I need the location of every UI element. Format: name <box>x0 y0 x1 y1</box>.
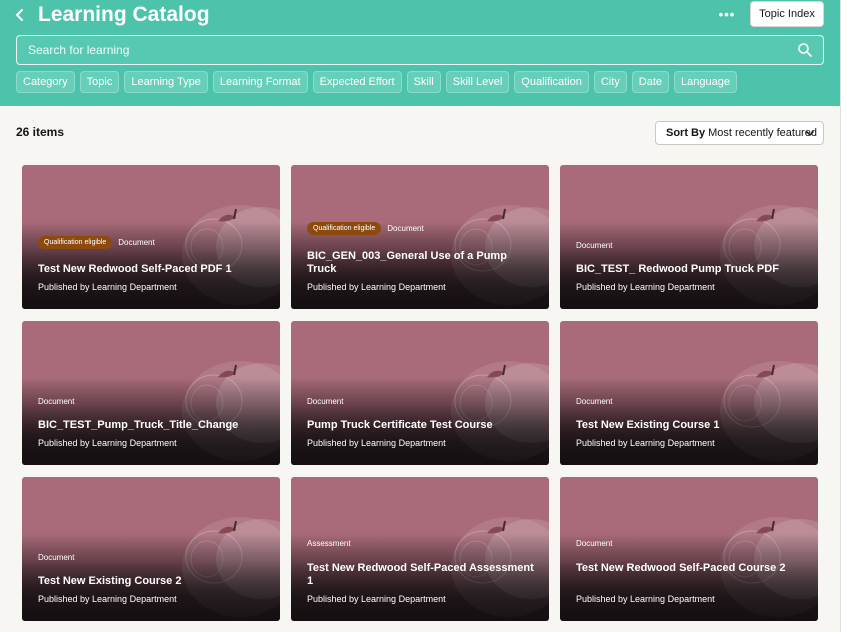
filter-chip-topic[interactable]: Topic <box>79 71 120 93</box>
card-title[interactable]: Test New Redwood Self-Paced Assessment 1 <box>307 562 537 588</box>
card-meta: Document <box>38 397 74 406</box>
card-publisher: Published by Learning Department <box>307 438 446 448</box>
filter-bar: Category Topic Learning Type Learning Forma… <box>16 71 742 93</box>
card-type: Document <box>387 224 424 233</box>
card-meta: Document <box>576 539 612 548</box>
topic-index-button[interactable]: Topic Index <box>750 1 824 27</box>
results-count: 26 items <box>16 125 65 139</box>
qualification-badge: Qualification eligible <box>307 222 382 235</box>
card-meta: Qualification eligible Document <box>307 222 424 235</box>
more-actions-button[interactable]: ••• <box>714 4 740 24</box>
card-type: Document <box>38 553 75 562</box>
filter-chip-learning-type[interactable]: Learning Type <box>124 71 208 93</box>
learning-card[interactable]: Document Pump Truck Certificate Test Cou… <box>291 321 549 465</box>
search-placeholder: Search for learning <box>28 43 130 57</box>
card-meta: Document <box>307 397 343 406</box>
learning-card[interactable]: Document Test New Existing Course 1 Publ… <box>560 321 818 465</box>
card-type: Assessment <box>307 539 351 548</box>
filter-chip-qualification[interactable]: Qualification <box>514 71 589 93</box>
filter-chip-skill[interactable]: Skill <box>406 71 441 93</box>
card-type: Document <box>307 397 344 406</box>
card-title[interactable]: BIC_TEST_ Redwood Pump Truck PDF <box>576 263 806 276</box>
card-publisher: Published by Learning Department <box>576 594 715 604</box>
learning-card[interactable]: Qualification eligible Document Test New … <box>22 165 280 309</box>
card-title[interactable]: Pump Truck Certificate Test Course <box>307 419 537 432</box>
chevron-left-icon <box>15 9 23 21</box>
filter-chip-city[interactable]: City <box>593 71 627 93</box>
card-meta: Document <box>576 397 612 406</box>
card-title[interactable]: Test New Redwood Self-Paced Course 2 <box>576 562 806 575</box>
sort-value: Most recently featured <box>708 127 817 139</box>
page-title: Learning Catalog <box>38 3 210 26</box>
learning-card[interactable]: Document BIC_TEST_ Redwood Pump Truck PD… <box>560 165 818 309</box>
card-title[interactable]: Test New Existing Course 1 <box>576 419 806 432</box>
learning-card[interactable]: Document Test New Redwood Self-Paced Cou… <box>560 477 818 621</box>
card-type: Document <box>118 238 155 247</box>
ellipsis-icon: ••• <box>718 6 736 22</box>
sort-dropdown[interactable]: Sort By Most recently featured <box>655 121 824 145</box>
card-type: Document <box>38 397 75 406</box>
qualification-badge: Qualification eligible <box>38 236 113 249</box>
learning-card[interactable]: Document Test New Existing Course 2 Publ… <box>22 477 280 621</box>
chevron-down-icon <box>806 131 814 136</box>
filter-chip-category[interactable]: Category <box>16 71 75 93</box>
learning-card[interactable]: Assessment Test New Redwood Self-Paced A… <box>291 477 549 621</box>
scrollbar-track[interactable] <box>840 0 847 632</box>
filter-chip-skill-level[interactable]: Skill Level <box>445 71 510 93</box>
back-button[interactable] <box>10 5 30 25</box>
card-meta: Assessment <box>307 539 351 548</box>
card-publisher: Published by Learning Department <box>576 438 715 448</box>
card-meta: Document <box>38 553 74 562</box>
search-icon[interactable] <box>797 42 813 58</box>
card-type: Document <box>576 397 613 406</box>
sort-label: Sort By <box>666 127 706 139</box>
card-publisher: Published by Learning Department <box>307 594 446 604</box>
learning-card[interactable]: Qualification eligible Document BIC_GEN_0… <box>291 165 549 309</box>
card-title[interactable]: BIC_GEN_003_General Use of a Pump Truck <box>307 250 537 276</box>
filter-chip-learning-format[interactable]: Learning Format <box>212 71 308 93</box>
learning-card[interactable]: Document BIC_TEST_Pump_Truck_Title_Chang… <box>22 321 280 465</box>
card-type: Document <box>576 539 613 548</box>
card-publisher: Published by Learning Department <box>38 594 177 604</box>
search-input[interactable]: Search for learning <box>16 35 824 65</box>
card-title[interactable]: Test New Existing Course 2 <box>38 575 268 588</box>
filter-chip-language[interactable]: Language <box>674 71 737 93</box>
card-publisher: Published by Learning Department <box>38 282 177 292</box>
filter-chip-expected-effort[interactable]: Expected Effort <box>312 71 402 93</box>
card-publisher: Published by Learning Department <box>38 438 177 448</box>
card-meta: Qualification eligible Document <box>38 236 155 249</box>
card-title[interactable]: Test New Redwood Self-Paced PDF 1 <box>38 263 268 276</box>
catalog-header: Learning Catalog ••• Topic Index Search … <box>0 0 840 106</box>
card-meta: Document <box>576 241 612 250</box>
card-type: Document <box>576 241 613 250</box>
card-title[interactable]: BIC_TEST_Pump_Truck_Title_Change <box>38 419 268 432</box>
filter-chip-date[interactable]: Date <box>631 71 670 93</box>
card-publisher: Published by Learning Department <box>307 282 446 292</box>
card-publisher: Published by Learning Department <box>576 282 715 292</box>
